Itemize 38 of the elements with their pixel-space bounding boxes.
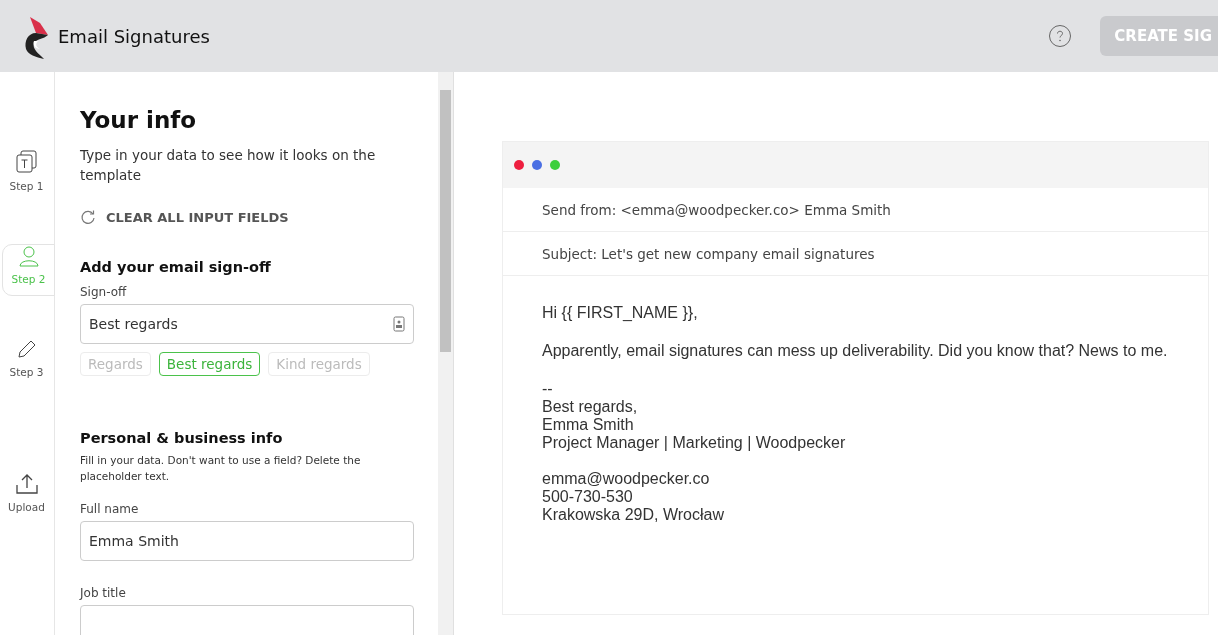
step-tab[interactable]: Step 3 — [0, 338, 53, 390]
field-label: Job title — [80, 586, 127, 600]
contact-line: emma@woodpecker.co — [542, 470, 711, 488]
step-tab[interactable]: Upload — [0, 473, 53, 525]
window-dot-icon — [532, 160, 542, 170]
instructions-text: Type in your data to see how it looks on the template — [80, 146, 377, 185]
field-label: Sign-off — [80, 285, 128, 299]
text-field[interactable]: Emma Smith — [80, 521, 414, 561]
help-icon[interactable] — [1048, 24, 1073, 48]
person-icon — [17, 245, 40, 267]
greeting-text: Hi {{ FIRST_NAME }}, — [542, 304, 699, 322]
scrollbar[interactable] — [438, 72, 454, 635]
field-label: Full name — [80, 502, 140, 516]
pencil-icon — [15, 338, 38, 360]
upload-icon — [14, 473, 39, 495]
template-icon — [15, 150, 38, 174]
sign-off-field[interactable]: Best regards — [80, 304, 414, 344]
window-dot-icon — [550, 160, 560, 170]
text-field[interactable] — [80, 605, 414, 635]
contact-line: Krakowska 29D, Wrocław — [542, 506, 725, 524]
app-title: Email Signatures — [58, 25, 210, 47]
message-text: Apparently, email signatures can mess up deliverability. Did you know that? News to me. — [542, 342, 1169, 360]
subject-line: Subject: Let's get new company email signatures — [503, 232, 1208, 276]
signature-line: Best regards, — [542, 398, 639, 416]
refresh-icon — [80, 209, 96, 225]
section-title: Your info — [80, 107, 198, 133]
hint-text: Fill in your data. Don't want to use a field? Delete the placeholder text. — [80, 453, 362, 484]
step-tab[interactable]: Step 1 — [0, 150, 53, 202]
contact-card-icon — [393, 316, 405, 332]
window-dot-icon — [514, 160, 524, 170]
signature-line: Emma Smith — [542, 416, 635, 434]
subsection-title: Personal & business info — [80, 430, 284, 446]
subsection-title: Add your email sign-off — [80, 259, 272, 275]
signature-line: -- — [542, 380, 554, 398]
clear-fields-button[interactable]: CLEAR ALL INPUT FIELDS — [80, 209, 289, 225]
signature-line: Project Manager | Marketing | Woodpecker — [542, 434, 847, 452]
sender-line: Send from: <emma@woodpecker.co> Emma Smith — [503, 188, 1208, 232]
contact-line: 500-730-530 — [542, 488, 634, 506]
